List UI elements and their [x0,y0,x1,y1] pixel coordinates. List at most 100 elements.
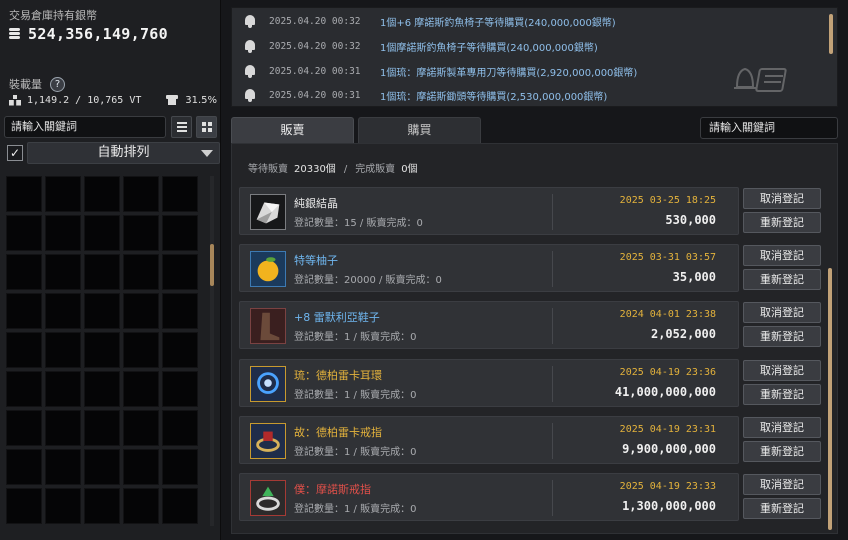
item-name: 故：德柏雷卡戒指 [294,425,382,439]
tab-buy[interactable]: 購買 [358,117,481,143]
weight-row: 1,149.2 / 10,765 VT 31.5% [9,94,217,106]
inventory-slot[interactable] [123,293,159,329]
inventory-slot[interactable] [162,332,198,368]
inventory-slot[interactable] [84,410,120,446]
inventory-slot[interactable] [45,215,81,251]
inventory-slot[interactable] [123,254,159,290]
inventory-slot[interactable] [84,254,120,290]
notification-scrollbar[interactable] [829,14,833,54]
relist-button[interactable]: 重新登記 [743,326,821,348]
inventory-slot[interactable] [45,410,81,446]
inventory-slot[interactable] [162,449,198,485]
notification-time: 2025.04.20 00:32 [269,40,361,52]
inventory-slot[interactable] [84,371,120,407]
inventory-scroll-thumb[interactable] [210,244,214,286]
silver-balance: 524,356,149,760 [9,25,168,43]
item-meta: 登記數量：1 / 販賣完成：0 [294,389,417,401]
item-meta: 登記數量：1 / 販賣完成：0 [294,504,417,515]
inventory-slot[interactable] [162,293,198,329]
relist-button[interactable]: 重新登記 [743,383,821,405]
listing-row: 故：德柏雷卡戒指 登記數量：1 / 販賣完成：0 2025 04-19 23:31 9… [239,415,739,464]
inventory-slot[interactable] [6,176,42,212]
inventory-slot[interactable] [84,215,120,251]
cancel-listing-button[interactable]: 取消登記 [743,245,821,267]
inventory-slot[interactable] [162,215,198,251]
listing-panel: 等待販賣 20330個 / 完成販賣 0個 純銀結晶 登記數量：15 / 販賣完成：0 20… [231,143,838,534]
notification-time: 2025.04.20 00:32 [269,15,361,27]
relist-button[interactable]: 重新登記 [743,440,821,462]
relist-button[interactable]: 重新登記 [743,498,821,519]
inventory-slot[interactable] [45,176,81,212]
cancel-listing-button[interactable]: 取消登記 [743,359,821,381]
inventory-slot[interactable] [123,332,159,368]
inventory-slot[interactable] [84,449,120,485]
inventory-slot[interactable] [6,410,42,446]
inventory-slot[interactable] [45,254,81,290]
notification-text: 1個+6 摩諾斯釣魚椅子等待購買(240,000,000銀幣) [380,17,616,29]
inventory-slot[interactable] [45,488,81,524]
listing-row: 特等柚子 登記數量：20000 / 販賣完成：0 2025 03-31 03:57 3… [239,244,739,293]
inventory-slot[interactable] [6,488,42,524]
inventory-slot[interactable] [45,293,81,329]
relist-button[interactable]: 重新登記 [743,212,821,233]
notification-row: 2025.04.20 00:31 1個琉：摩諾斯鋤頭等待購買(2,530,000… [232,83,812,107]
inventory-slot[interactable] [162,410,198,446]
inventory-slot[interactable] [84,293,120,329]
inventory-slot[interactable] [45,371,81,407]
inventory-slot[interactable] [123,488,159,524]
cancel-listing-button[interactable]: 取消登記 [743,474,821,495]
inventory-slot[interactable] [162,176,198,212]
inventory-slot[interactable] [123,449,159,485]
notification-text: 1個琉：摩諾斯製革專用刀等待購買(2,920,000,000銀幣) [380,67,638,79]
inventory-slot[interactable] [162,488,198,524]
cancel-listing-button[interactable]: 取消登記 [743,302,821,324]
inventory-slot[interactable] [6,449,42,485]
relist-button[interactable]: 重新登記 [743,269,821,291]
inventory-slot[interactable] [45,449,81,485]
tab-sell[interactable]: 販賣 [231,117,354,143]
inventory-slot[interactable] [6,371,42,407]
inventory-slot[interactable] [84,332,120,368]
auto-sort-dropdown[interactable]: 自動排列 [27,142,220,164]
chevron-down-icon [201,150,213,157]
inventory-slot[interactable] [123,176,159,212]
bell-icon [244,39,256,53]
waiting-value: 20330個 [294,164,336,175]
inventory-slot[interactable] [123,371,159,407]
weight-value: 1,149.2 / 10,765 VT [27,94,142,106]
listing-scrollbar[interactable] [828,268,832,530]
inventory-slot[interactable] [162,254,198,290]
inventory-slot[interactable] [6,254,42,290]
listing-date: 2025 04-19 23:31 [619,423,716,435]
waiting-label: 等待販賣 [248,164,288,175]
cancel-listing-button[interactable]: 取消登記 [743,416,821,438]
notification-time: 2025.04.20 00:31 [269,65,361,77]
warehouse-panel: 交易倉庫持有銀幣 524,356,149,760 裝載量 ? 1,149.2 /… [0,0,221,540]
monos-ring-icon [250,480,286,516]
inventory-search-input[interactable]: 請輸入關鍵詞 [4,116,166,138]
inventory-slot[interactable] [162,371,198,407]
item-meta: 登記數量：20000 / 販賣完成：0 [294,275,442,287]
inventory-slot[interactable] [45,332,81,368]
auto-sort-checkbox[interactable]: ✓ [7,145,23,161]
bell-icon [244,64,256,78]
notification-text: 1個琉：摩諾斯鋤頭等待購買(2,530,000,000銀幣) [380,91,608,103]
inventory-slot[interactable] [6,215,42,251]
listing-search-input[interactable]: 請輸入關鍵詞 [700,117,838,139]
inventory-scrollbar[interactable] [210,176,214,526]
inventory-slot[interactable] [84,176,120,212]
grid-view-button[interactable] [196,116,217,138]
inventory-slot[interactable] [123,410,159,446]
bell-icon [244,14,256,28]
list-view-button[interactable] [171,116,192,138]
inventory-slot[interactable] [6,293,42,329]
sort-row: ✓ 自動排列 [4,142,220,164]
listing-date: 2025 03-25 18:25 [619,195,716,206]
inventory-slot[interactable] [123,215,159,251]
item-name: 純銀結晶 [294,197,338,210]
help-icon[interactable]: ? [50,76,65,92]
inventory-slot[interactable] [84,488,120,524]
cancel-listing-button[interactable]: 取消登記 [743,188,821,209]
bell-scroll-icon [734,67,787,92]
inventory-slot[interactable] [6,332,42,368]
